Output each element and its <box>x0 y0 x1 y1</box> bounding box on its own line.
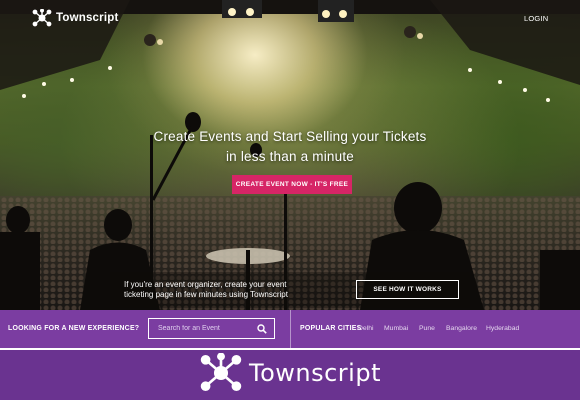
header-brand-name: Townscript <box>56 12 119 24</box>
banner-logo: Townscript <box>199 353 381 393</box>
looking-for-experience-label: LOOKING FOR A NEW EXPERIENCE? <box>8 325 140 332</box>
organizer-line-1: If you're an event organizer, create you… <box>124 280 287 289</box>
create-event-button[interactable]: CREATE EVENT NOW - IT'S FREE <box>232 175 352 194</box>
townscript-banner-logo-icon <box>200 353 242 392</box>
hero-title-line-1: Create Events and Start Selling your Tic… <box>153 129 427 144</box>
banner-brand-name: Townscript <box>249 359 381 387</box>
city-link-mumbai[interactable]: Mumbai <box>384 325 408 332</box>
hero-title: Create Events and Start Selling your Tic… <box>120 127 460 167</box>
city-link-pune[interactable]: Pune <box>419 325 435 332</box>
login-link[interactable]: LOGIN <box>524 14 556 23</box>
hero-section: Create Events and Start Selling your Tic… <box>0 0 580 310</box>
city-link-hyderabad[interactable]: Hyderabad <box>486 325 519 332</box>
event-search-box[interactable] <box>148 318 275 339</box>
city-link-delhi[interactable]: Delhi <box>358 325 374 332</box>
search-icon[interactable] <box>257 323 267 334</box>
hero-title-line-2: in less than a minute <box>225 149 355 164</box>
header-logo[interactable]: Townscript <box>32 9 118 27</box>
popular-cities-label: POPULAR CITIES <box>300 325 362 332</box>
see-how-it-works-button[interactable]: SEE HOW IT WORKS <box>356 280 459 299</box>
city-link-bangalore[interactable]: Bangalore <box>446 325 477 332</box>
townscript-node-logo-icon <box>32 9 52 27</box>
event-search-input[interactable] <box>158 325 248 332</box>
bar-divider <box>290 310 291 348</box>
organizer-line-2: ticketing page in few minutes using Town… <box>124 290 288 299</box>
organizer-text: If you're an event organizer, create you… <box>124 280 334 300</box>
